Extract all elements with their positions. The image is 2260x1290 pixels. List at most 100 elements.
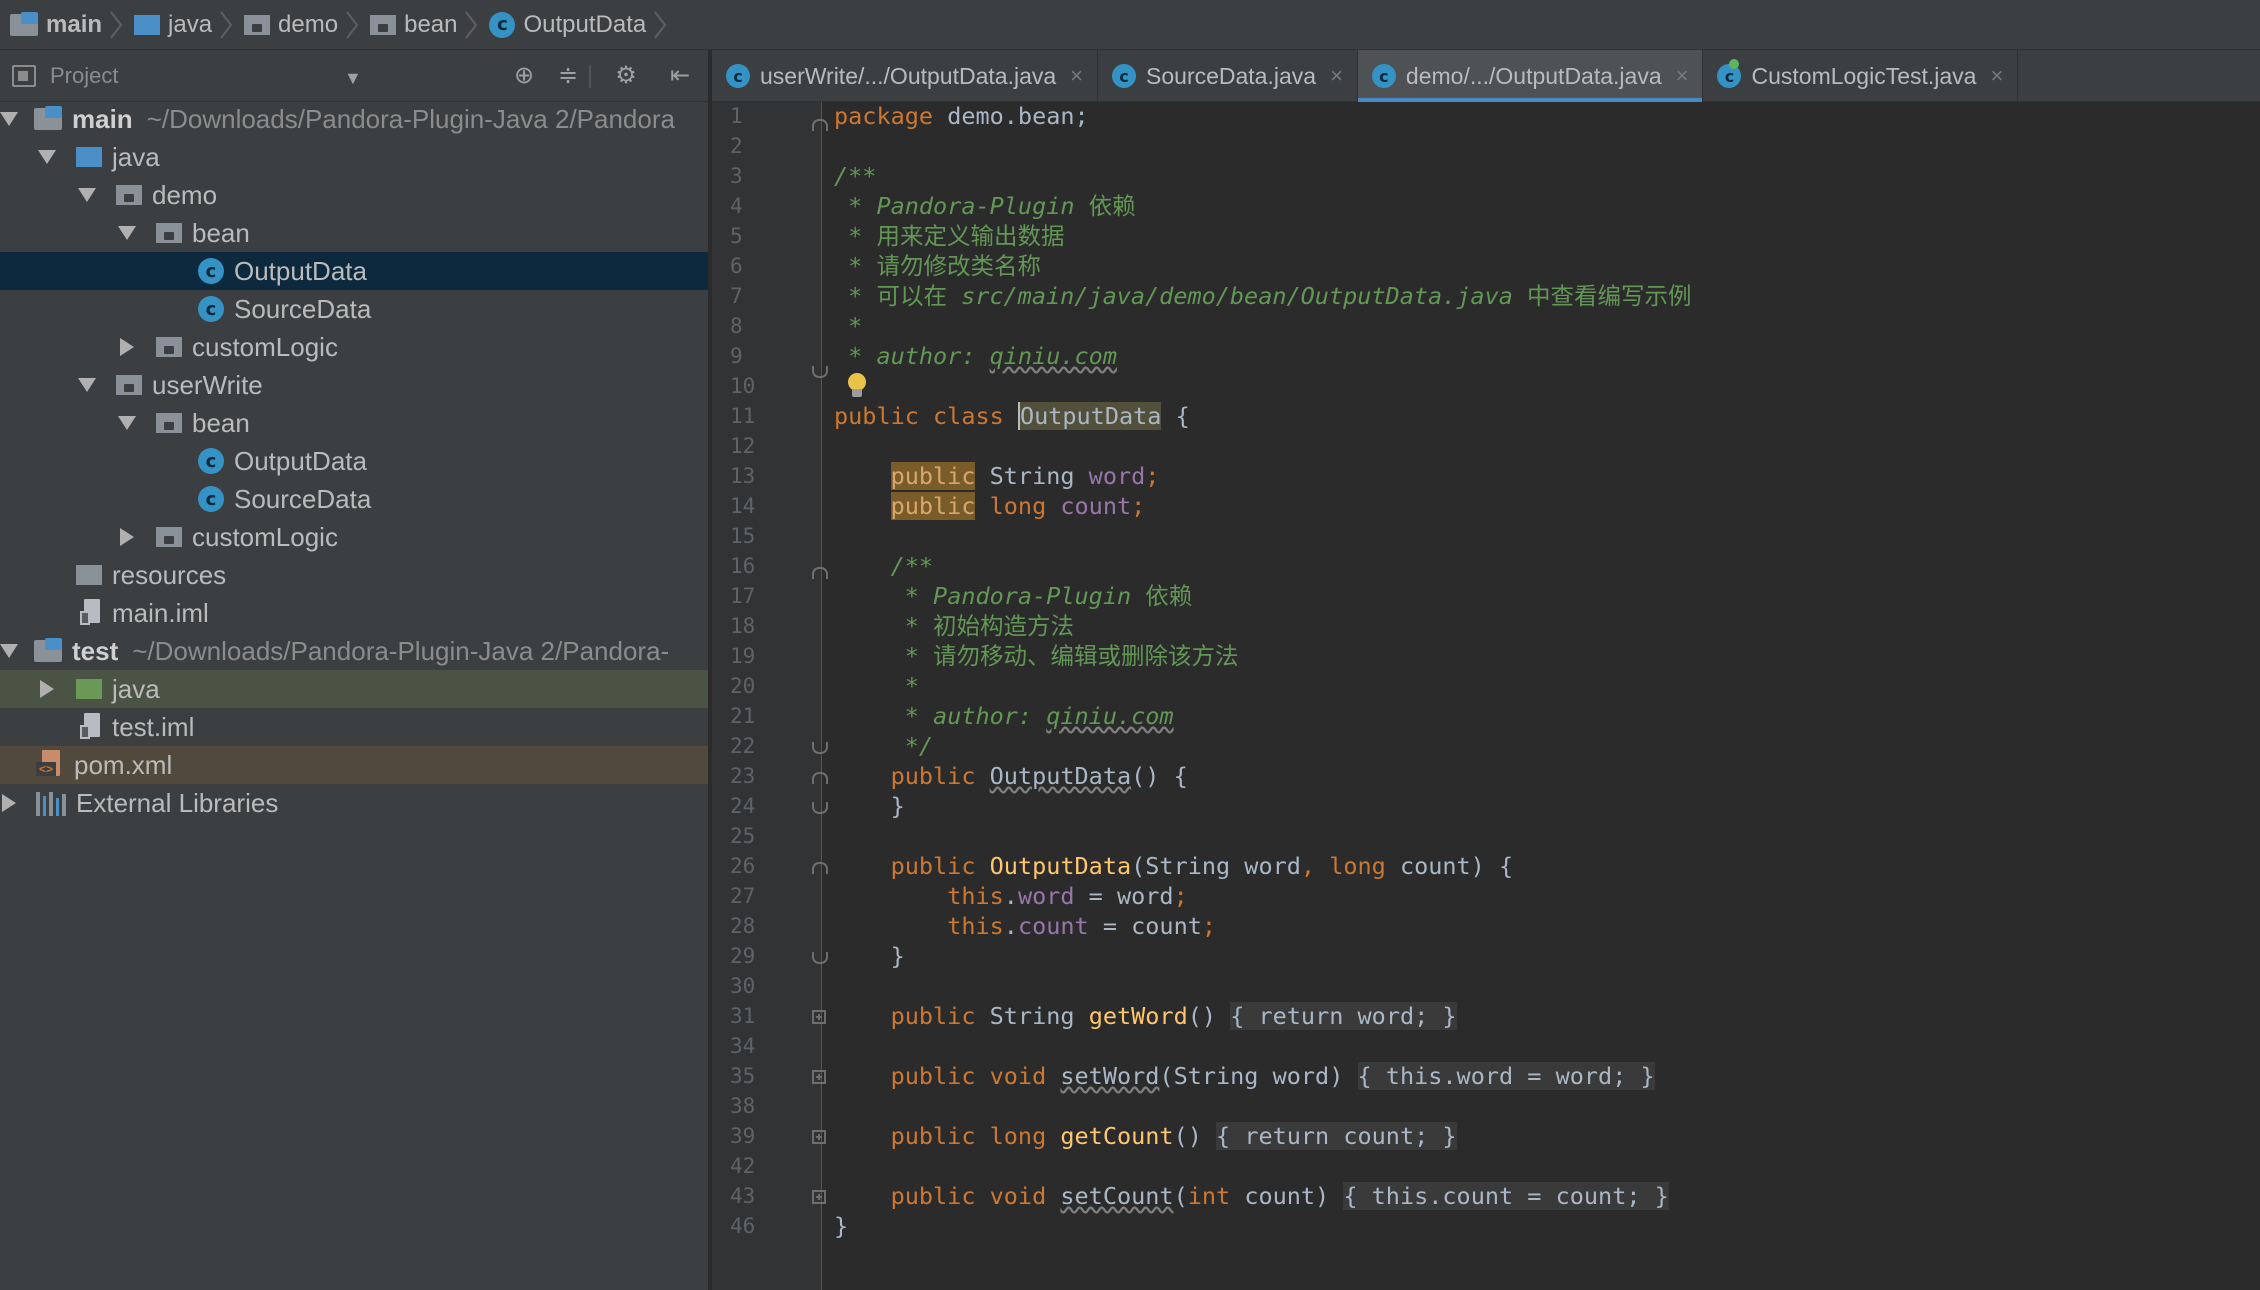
line-number: 10 <box>730 374 756 398</box>
class-icon: c <box>198 486 224 512</box>
tree-item-label: OutputData <box>234 255 367 286</box>
tree-item-sourcedata[interactable]: c SourceData <box>0 480 708 518</box>
iml-file-icon <box>80 713 102 741</box>
tree-item-label: java <box>112 141 160 172</box>
close-icon[interactable]: × <box>1990 63 2003 89</box>
tree-item-bean[interactable]: bean <box>0 404 708 442</box>
tree-item-bean[interactable]: bean <box>0 214 708 252</box>
breadcrumb-bean[interactable]: bean <box>370 0 457 50</box>
fold-expand-icon[interactable] <box>812 1070 826 1084</box>
expanded-arrow-icon[interactable] <box>118 226 136 240</box>
line-number: 23 <box>730 764 756 788</box>
maven-xml-icon: <> <box>36 750 64 780</box>
tree-item-java[interactable]: java <box>0 138 708 176</box>
tree-item-main-module[interactable]: main ~/Downloads/Pandora-Plugin-Java 2/P… <box>0 100 708 138</box>
tree-item-test-java[interactable]: java <box>0 670 708 708</box>
expanded-arrow-icon[interactable] <box>38 150 56 164</box>
project-panel: Project ▼ ⊕ ≑ | ⚙ ⇤ main ~/Downloads/Pan… <box>0 50 710 1290</box>
tab-userwrite-outputdata[interactable]: c userWrite/.../OutputData.java × <box>712 50 1099 102</box>
project-view-selector[interactable]: Project <box>50 63 118 89</box>
fold-open-icon[interactable] <box>812 862 828 874</box>
expanded-arrow-icon[interactable] <box>0 644 18 658</box>
tab-sourcedata[interactable]: c SourceData.java × <box>1098 50 1358 102</box>
package-icon <box>156 527 182 547</box>
breadcrumb-java[interactable]: java <box>134 0 212 50</box>
tree-item-customlogic[interactable]: customLogic <box>0 328 708 366</box>
fold-open-icon[interactable] <box>812 567 828 579</box>
fold-expand-icon[interactable] <box>812 1190 826 1204</box>
fold-expand-icon[interactable] <box>812 1010 826 1024</box>
package-icon <box>244 14 271 35</box>
tree-item-test-module[interactable]: test ~/Downloads/Pandora-Plugin-Java 2/P… <box>0 632 708 670</box>
line-number: 38 <box>730 1094 756 1118</box>
module-icon <box>34 638 62 664</box>
test-folder-icon <box>76 679 102 699</box>
tree-item-external-libraries[interactable]: External Libraries <box>0 784 708 822</box>
code-line-31: public String getWord() { return word; } <box>890 1002 1457 1030</box>
fold-close-icon[interactable] <box>812 952 828 964</box>
code-line-22: */ <box>890 732 934 760</box>
fold-close-icon[interactable] <box>812 802 828 814</box>
tree-item-sourcedata[interactable]: c SourceData <box>0 290 708 328</box>
chevron-right-icon <box>220 10 233 39</box>
tree-item-userwrite[interactable]: userWrite <box>0 366 708 404</box>
expanded-arrow-icon[interactable] <box>0 112 18 126</box>
close-icon[interactable]: × <box>1330 63 1343 89</box>
close-icon[interactable]: × <box>1070 63 1083 89</box>
package-icon <box>156 337 182 357</box>
dropdown-caret-icon[interactable]: ▼ <box>344 68 362 89</box>
tree-item-label: customLogic <box>192 331 338 362</box>
tree-item-label: test.iml <box>112 711 195 742</box>
code-line-13: public String word; <box>890 462 1160 490</box>
fold-close-icon[interactable] <box>812 366 828 378</box>
expanded-arrow-icon[interactable] <box>78 188 96 202</box>
class-icon: c <box>198 448 224 474</box>
close-icon[interactable]: × <box>1676 63 1689 89</box>
tree-item-customlogic[interactable]: customLogic <box>0 518 708 556</box>
breadcrumb-outputdata[interactable]: c OutputData <box>489 0 646 50</box>
collapsed-arrow-icon[interactable] <box>40 680 54 698</box>
code-line-21: * author: qiniu.com <box>890 702 1174 730</box>
tree-item-pom-xml[interactable]: <> pom.xml <box>0 746 708 784</box>
line-number: 22 <box>730 734 756 758</box>
breadcrumb-demo[interactable]: demo <box>244 0 338 50</box>
tab-customlogictest[interactable]: c CustomLogicTest.java × <box>1703 50 2019 102</box>
tree-item-label: demo <box>152 179 218 210</box>
tree-item-label: main.iml <box>112 597 209 628</box>
line-number: 16 <box>730 554 756 578</box>
collapsed-arrow-icon[interactable] <box>120 528 134 546</box>
gear-icon[interactable]: ⚙ <box>612 62 640 90</box>
collapse-all-icon[interactable]: ≑ <box>554 62 582 90</box>
tree-item-outputdata[interactable]: c OutputData <box>0 252 708 290</box>
line-number: 1 <box>730 104 743 128</box>
tree-item-outputdata[interactable]: c OutputData <box>0 442 708 480</box>
hide-panel-icon[interactable]: ⇤ <box>666 62 694 90</box>
fold-open-icon[interactable] <box>812 772 828 784</box>
code-line-16: /** <box>890 552 934 580</box>
collapsed-arrow-icon[interactable] <box>120 338 134 356</box>
collapsed-arrow-icon[interactable] <box>2 794 16 812</box>
class-icon: c <box>198 296 224 322</box>
tree-item-demo[interactable]: demo <box>0 176 708 214</box>
lightbulb-intention-icon[interactable] <box>846 373 868 399</box>
tree-item-label: pom.xml <box>74 749 173 780</box>
fold-expand-icon[interactable] <box>812 1130 826 1144</box>
code-editor[interactable]: 1 2 3 4 5 6 7 8 9 10 11 12 13 14 15 16 17 18 19 20 21 22 23 24 2… <box>712 102 2260 1290</box>
line-number: 31 <box>730 1004 756 1028</box>
breadcrumb-main[interactable]: main <box>10 0 102 50</box>
line-number: 17 <box>730 584 756 608</box>
tree-item-test-iml[interactable]: test.iml <box>0 708 708 746</box>
tab-label: userWrite/.../OutputData.java <box>760 62 1057 89</box>
code-line-46: } <box>834 1212 849 1240</box>
class-icon: c <box>726 64 750 88</box>
tab-demo-outputdata[interactable]: c demo/.../OutputData.java × <box>1357 50 1704 102</box>
fold-open-icon[interactable] <box>812 119 828 131</box>
tree-item-label: resources <box>112 559 227 590</box>
locate-file-icon[interactable]: ⊕ <box>510 62 538 90</box>
expanded-arrow-icon[interactable] <box>78 378 96 392</box>
expanded-arrow-icon[interactable] <box>118 416 136 430</box>
tree-item-main-iml[interactable]: main.iml <box>0 594 708 632</box>
tree-item-resources[interactable]: resources <box>0 556 708 594</box>
fold-close-icon[interactable] <box>812 742 828 754</box>
test-class-icon: c <box>1717 64 1742 88</box>
